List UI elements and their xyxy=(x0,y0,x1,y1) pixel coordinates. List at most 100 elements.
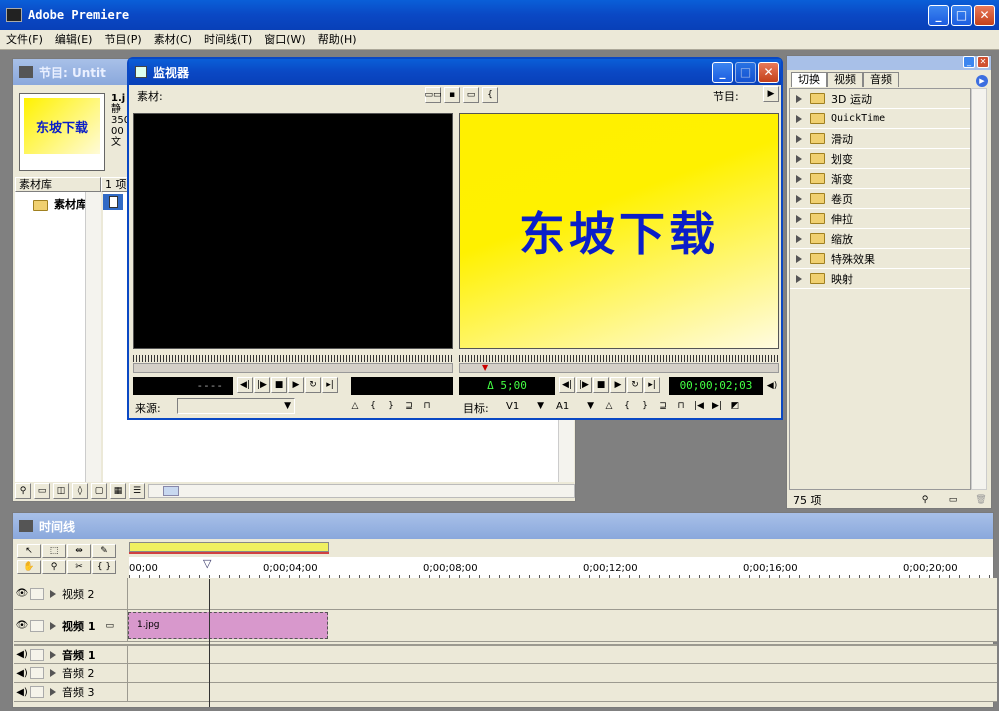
menu-project[interactable]: 节目(P) xyxy=(98,30,147,49)
cross-fade-icon[interactable]: ✂ xyxy=(67,559,91,574)
menu-timeline[interactable]: 时间线(T) xyxy=(198,30,258,49)
new-bin-icon[interactable]: ▭ xyxy=(34,483,50,499)
program-loop-icon[interactable]: ↻ xyxy=(627,377,643,393)
delete-icon[interactable]: 🗑 xyxy=(973,492,989,508)
mark-in-icon[interactable]: △ xyxy=(347,398,363,414)
menu-file[interactable]: 文件(F) xyxy=(0,30,49,49)
track-display-icon[interactable]: ▭ xyxy=(105,621,114,631)
transitions-minimize-icon[interactable]: _ xyxy=(963,56,975,68)
thumbnail-view-icon[interactable]: ▦ xyxy=(110,483,126,499)
playhead-icon[interactable]: ▽ xyxy=(203,557,211,570)
lock-box[interactable] xyxy=(30,587,44,600)
in-out-icon[interactable]: { } xyxy=(92,559,116,574)
lock-box[interactable] xyxy=(30,686,44,698)
trim-icon[interactable]: ◩ xyxy=(727,398,743,414)
expand-track-icon[interactable] xyxy=(50,589,56,598)
program-step-forward-icon[interactable]: |▶ xyxy=(576,377,592,393)
tab-audio[interactable]: 音频 xyxy=(863,72,899,87)
monitor-close-button[interactable]: ✕ xyxy=(758,61,779,83)
loop-icon[interactable]: ↻ xyxy=(305,377,321,393)
work-area-bar[interactable] xyxy=(129,542,329,552)
stop-icon[interactable]: ■ xyxy=(271,377,287,393)
program-in-point-icon[interactable]: { xyxy=(619,398,635,414)
insert-icon[interactable]: ⊒ xyxy=(401,398,417,414)
list-item[interactable]: 映射 xyxy=(790,269,970,289)
dual-view-icon[interactable]: ▭▭ xyxy=(425,87,442,103)
menu-toggle-icon[interactable]: { xyxy=(482,87,498,103)
program-mark-in-icon[interactable]: △ xyxy=(601,398,617,414)
step-back-icon[interactable]: ◀| xyxy=(237,377,253,393)
transitions-menu-icon[interactable]: ▶ xyxy=(976,75,988,87)
step-forward-icon[interactable]: |▶ xyxy=(254,377,270,393)
select-tool-icon[interactable]: ↖ xyxy=(17,544,41,558)
menu-window[interactable]: 窗口(W) xyxy=(258,30,311,49)
minimize-button[interactable]: _ xyxy=(928,4,949,26)
zoom-tool-icon[interactable]: ⚲ xyxy=(42,559,66,574)
lock-box[interactable] xyxy=(30,619,44,632)
target-video-dropdown[interactable]: V1 ▼ xyxy=(503,398,547,414)
list-item[interactable]: QuickTime xyxy=(790,109,970,129)
menu-edit[interactable]: 编辑(E) xyxy=(49,30,99,49)
program-jog-ruler[interactable] xyxy=(459,355,779,362)
playhead-marker-icon[interactable]: ▼ xyxy=(482,363,488,372)
expand-track-icon[interactable] xyxy=(50,669,56,677)
close-button[interactable]: ✕ xyxy=(974,4,995,26)
menu-help[interactable]: 帮助(H) xyxy=(312,30,363,49)
tab-video[interactable]: 视频 xyxy=(827,72,863,87)
list-item[interactable]: 卷页 xyxy=(790,189,970,209)
overlay-icon[interactable]: ⊓ xyxy=(419,398,435,414)
source-jog-ruler[interactable] xyxy=(133,355,453,362)
extract-icon[interactable]: ⊓ xyxy=(673,398,689,414)
list-item[interactable]: 特殊效果 xyxy=(790,249,970,269)
target-audio-dropdown[interactable]: A1 ▼ xyxy=(553,398,597,414)
eye-icon[interactable]: 👁 xyxy=(14,588,30,599)
expand-track-icon[interactable] xyxy=(50,650,56,659)
expand-track-icon[interactable] xyxy=(50,621,56,630)
expand-track-icon[interactable] xyxy=(50,688,56,696)
hand-tool-icon[interactable]: ✋ xyxy=(17,559,41,574)
program-scrub-bar[interactable]: ▼ xyxy=(459,363,779,373)
transition-icon[interactable]: ◊ xyxy=(72,483,88,499)
monitor-maximize-button[interactable]: □ xyxy=(735,61,756,83)
razor-icon[interactable]: ✎ xyxy=(92,544,116,558)
storyboard-icon[interactable]: ▢ xyxy=(91,483,107,499)
maximize-button[interactable]: □ xyxy=(951,4,972,26)
transitions-close-icon[interactable]: ✕ xyxy=(977,56,989,68)
program-step-back-icon[interactable]: ◀| xyxy=(559,377,575,393)
source-scrub-bar[interactable] xyxy=(133,363,453,373)
prev-edit-icon[interactable]: |◀ xyxy=(691,398,707,414)
bin-scrollbar[interactable] xyxy=(85,192,101,482)
menu-clip[interactable]: 素材(C) xyxy=(148,30,198,49)
program-out-point-icon[interactable]: } xyxy=(637,398,653,414)
trim-view-icon[interactable]: ▭ xyxy=(463,87,479,103)
tab-transitions[interactable]: 切换 xyxy=(791,72,827,87)
list-item[interactable]: 滑动 xyxy=(790,129,970,149)
next-edit-icon[interactable]: ▶| xyxy=(709,398,725,414)
time-ruler[interactable]: 00;00 0;00;04;00 0;00;08;00 0;00;12;00 0… xyxy=(129,557,993,579)
list-item[interactable]: 渐变 xyxy=(790,169,970,189)
lock-box[interactable] xyxy=(30,667,44,679)
range-select-icon[interactable]: ⬚ xyxy=(42,544,66,558)
list-item[interactable]: 缩放 xyxy=(790,229,970,249)
clip-item[interactable] xyxy=(103,194,123,210)
monitor-minimize-button[interactable]: _ xyxy=(712,61,733,83)
bin-item[interactable]: 素材库 xyxy=(33,196,85,212)
eye-icon[interactable]: 👁 xyxy=(14,620,30,631)
list-view-icon[interactable]: ☰ xyxy=(129,483,145,499)
play-in-out-icon[interactable]: ▸| xyxy=(322,377,338,393)
transitions-scrollbar[interactable] xyxy=(971,88,987,490)
program-play-icon[interactable]: ▶ xyxy=(610,377,626,393)
find-icon[interactable]: ⚲ xyxy=(15,483,31,499)
ripple-edit-icon[interactable]: ⇹ xyxy=(67,544,91,558)
bin-column-header[interactable]: 素材库 xyxy=(15,177,101,192)
list-item[interactable]: 划变 xyxy=(790,149,970,169)
lock-box[interactable] xyxy=(30,648,44,661)
lift-icon[interactable]: ⊒ xyxy=(655,398,671,414)
h-scrollbar[interactable] xyxy=(148,484,575,498)
clip-icon[interactable]: ◫ xyxy=(53,483,69,499)
speaker-track-icon[interactable]: ◀) xyxy=(14,649,30,660)
program-menu-arrow-icon[interactable]: ▶ xyxy=(763,86,779,102)
speaker-track-icon[interactable]: ◀) xyxy=(14,668,30,679)
single-view-icon[interactable]: ▪ xyxy=(444,87,460,103)
program-stop-icon[interactable]: ■ xyxy=(593,377,609,393)
